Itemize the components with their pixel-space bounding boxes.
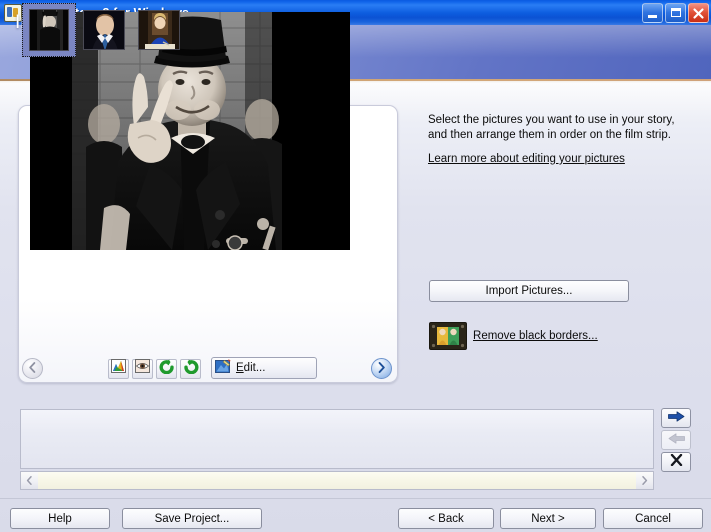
back-button[interactable]: < Back <box>398 508 494 529</box>
footer-divider <box>0 498 711 499</box>
rotate-ccw-icon <box>159 359 175 379</box>
cancel-button-label: Cancel <box>635 512 671 525</box>
instructions-text: Select the pictures you want to use in y… <box>428 113 690 143</box>
edit-accel: E <box>236 362 244 374</box>
thumbnail-1-image <box>29 9 69 51</box>
film-strip-scrollbar[interactable] <box>20 471 654 490</box>
import-pictures-label: Import Pictures... <box>485 285 573 297</box>
remove-black-borders-link[interactable]: Remove black borders... <box>473 330 598 342</box>
previous-picture-button[interactable] <box>22 358 43 379</box>
move-left-button[interactable] <box>661 430 691 450</box>
edit-button-label: Edit... <box>236 362 265 374</box>
delete-button[interactable] <box>661 452 691 472</box>
arrow-right-icon <box>667 409 685 427</box>
chevron-left-icon <box>28 360 37 378</box>
instructions-line-1: Select the pictures you want to use in y… <box>428 114 675 126</box>
photo-story-window: Photo Story 3 for Windows Import and arr… <box>0 0 711 532</box>
close-icon[interactable] <box>688 2 709 23</box>
edit-rest: dit... <box>243 362 266 374</box>
red-eye-button[interactable] <box>132 358 153 379</box>
edit-button[interactable]: Edit... <box>211 357 317 379</box>
next-picture-button[interactable] <box>371 358 392 379</box>
thumbnail-2-image <box>83 10 125 50</box>
x-icon <box>670 453 683 471</box>
thumbnail-3-image <box>138 10 180 50</box>
import-pictures-button[interactable]: Import Pictures... <box>429 280 629 302</box>
help-button[interactable]: Help <box>10 508 110 529</box>
rbb-rest: emove black borders... <box>481 330 598 342</box>
save-project-button[interactable]: Save Project... <box>122 508 262 529</box>
arrow-left-icon <box>668 431 685 449</box>
red-eye-icon <box>135 359 150 378</box>
color-levels-button[interactable] <box>108 358 129 379</box>
next-button[interactable]: Next > <box>500 508 596 529</box>
save-project-button-label: Save Project... <box>154 512 230 525</box>
scroll-left-button[interactable] <box>21 472 38 489</box>
edit-pencil-icon <box>215 359 231 377</box>
thumbnail-2[interactable] <box>77 3 131 57</box>
rotate-left-button[interactable] <box>156 358 177 379</box>
thumbnail-3[interactable] <box>132 3 186 57</box>
cancel-button[interactable]: Cancel <box>603 508 703 529</box>
minimize-icon[interactable] <box>642 2 663 23</box>
help-button-label: Help <box>48 512 72 525</box>
image-edit-toolbar <box>108 358 201 379</box>
thumbnail-1[interactable] <box>22 3 76 57</box>
move-right-button[interactable] <box>661 408 691 428</box>
film-strip[interactable] <box>20 409 654 469</box>
next-button-label: Next > <box>531 512 565 525</box>
chevron-right-icon <box>377 360 386 378</box>
maximize-icon[interactable] <box>665 2 686 23</box>
learn-more-link[interactable]: Learn more about editing your pictures <box>428 153 625 165</box>
instructions-line-2: and then arrange them in order on the fi… <box>428 129 671 141</box>
scroll-right-button[interactable] <box>636 472 653 489</box>
color-levels-icon <box>111 359 126 378</box>
window-controls <box>642 2 711 23</box>
rotate-cw-icon <box>183 359 199 379</box>
back-button-label: < Back <box>428 512 464 525</box>
rotate-right-button[interactable] <box>180 358 201 379</box>
photo-frame-people-icon[interactable] <box>429 322 467 350</box>
